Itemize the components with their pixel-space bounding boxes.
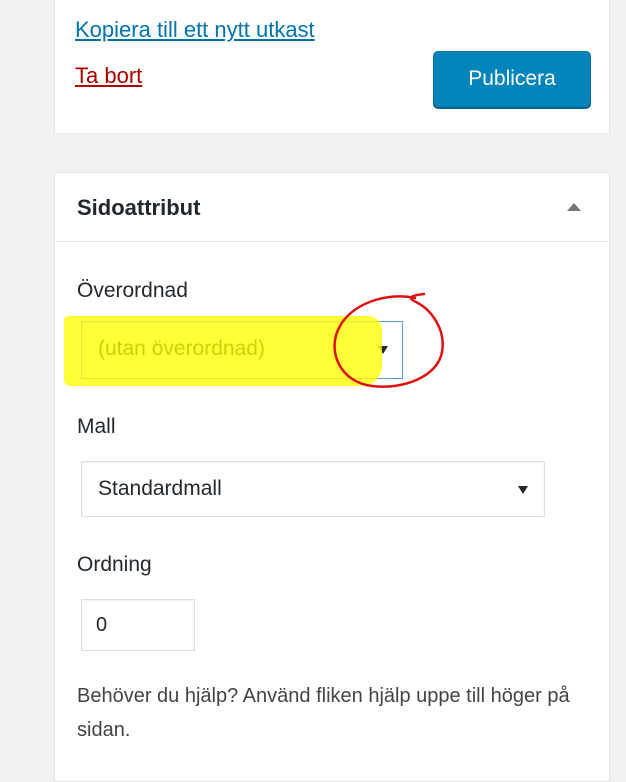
template-label: Mall bbox=[77, 415, 116, 438]
parent-select-value: (utan överordnad) bbox=[98, 337, 265, 360]
publish-box: Kopiera till ett nytt utkast Ta bort Pub… bbox=[54, 0, 610, 134]
order-input-value: 0 bbox=[96, 614, 108, 636]
copy-to-draft-link[interactable]: Kopiera till ett nytt utkast bbox=[75, 17, 315, 43]
help-text: Behöver du hjälp? Använd fliken hjälp up… bbox=[77, 685, 570, 741]
template-select-value: Standardmall bbox=[98, 477, 222, 500]
triangle-up-icon[interactable] bbox=[567, 203, 581, 211]
dropdown-arrow-icon bbox=[378, 346, 388, 354]
dropdown-arrow-icon bbox=[518, 486, 528, 494]
delete-link[interactable]: Ta bort bbox=[75, 63, 142, 89]
page-attributes-header[interactable]: Sidoattribut bbox=[55, 173, 609, 242]
publish-button[interactable]: Publicera bbox=[433, 51, 591, 107]
order-input[interactable]: 0 bbox=[81, 599, 195, 651]
page-attributes-title: Sidoattribut bbox=[77, 195, 201, 220]
page-attributes-box: Sidoattribut Överordnad (utan överordnad… bbox=[54, 172, 610, 782]
order-label: Ordning bbox=[77, 553, 152, 576]
parent-label: Överordnad bbox=[77, 279, 188, 302]
parent-select[interactable]: (utan överordnad) bbox=[81, 321, 403, 379]
template-select[interactable]: Standardmall bbox=[81, 461, 545, 517]
